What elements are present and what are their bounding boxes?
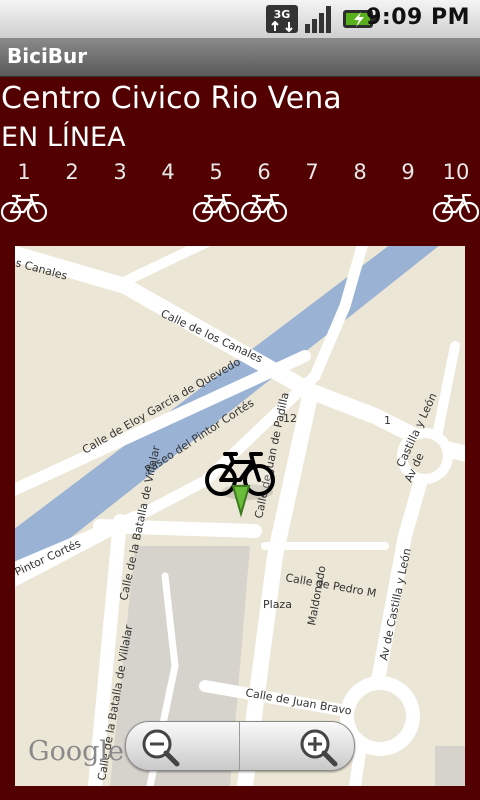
network-3g-icon: 3G — [266, 5, 298, 33]
title-bar: BiciBur — [0, 38, 480, 77]
street-label: Maldonado — [305, 564, 328, 626]
slot-number: 10 — [442, 160, 470, 184]
street-label: Calle de Pedro M — [284, 571, 377, 600]
map-view[interactable]: s Canales Calle de los Canales Calle de … — [15, 246, 465, 786]
bike-slot: 3 — [96, 158, 144, 224]
zoom-controls — [125, 721, 355, 771]
slot-number: 7 — [305, 160, 319, 184]
clock: 9:09 PM — [366, 5, 470, 30]
bicycle-icon — [240, 193, 288, 223]
station-name: Centro Civico Rio Vena — [1, 81, 342, 116]
bike-slot: 2 — [48, 158, 96, 224]
slot-number: 2 — [65, 160, 79, 184]
svg-text:3G: 3G — [274, 8, 291, 21]
signal-strength-icon — [305, 6, 331, 33]
slot-number: 9 — [401, 160, 415, 184]
app-title: BiciBur — [7, 44, 88, 68]
bike-slot: 7 — [288, 158, 336, 224]
street-label: Calle de los Canales — [159, 307, 265, 366]
street-label: Plaza — [263, 598, 292, 611]
zoom-in-icon — [300, 729, 338, 767]
slot-number: 5 — [209, 160, 223, 184]
slot-number: 8 — [353, 160, 367, 184]
street-label: 1 — [384, 414, 391, 427]
station-status: EN LÍNEA — [1, 122, 126, 153]
station-marker-icon[interactable] — [203, 450, 283, 520]
bike-slot: 6 — [240, 158, 288, 224]
slot-number: 4 — [161, 160, 175, 184]
bike-slot: 4 — [144, 158, 192, 224]
status-bar: 3G 9:09 PM — [0, 0, 480, 38]
bike-slot: 5 — [192, 158, 240, 224]
bike-slot: 9 — [384, 158, 432, 224]
street-label: 12 — [283, 412, 297, 425]
zoom-out-button[interactable] — [126, 722, 240, 770]
bike-slot: 8 — [336, 158, 384, 224]
zoom-in-button[interactable] — [240, 722, 353, 770]
zoom-out-icon — [142, 729, 180, 767]
bike-slot: 1 — [0, 158, 48, 224]
slot-number: 1 — [17, 160, 31, 184]
bicycle-icon — [432, 193, 480, 223]
google-logo: Google — [28, 736, 124, 767]
bike-slot: 10 — [432, 158, 480, 224]
bicycle-icon — [192, 193, 240, 223]
slot-number: 3 — [113, 160, 127, 184]
slot-number: 6 — [257, 160, 271, 184]
bicycle-icon — [0, 193, 48, 223]
